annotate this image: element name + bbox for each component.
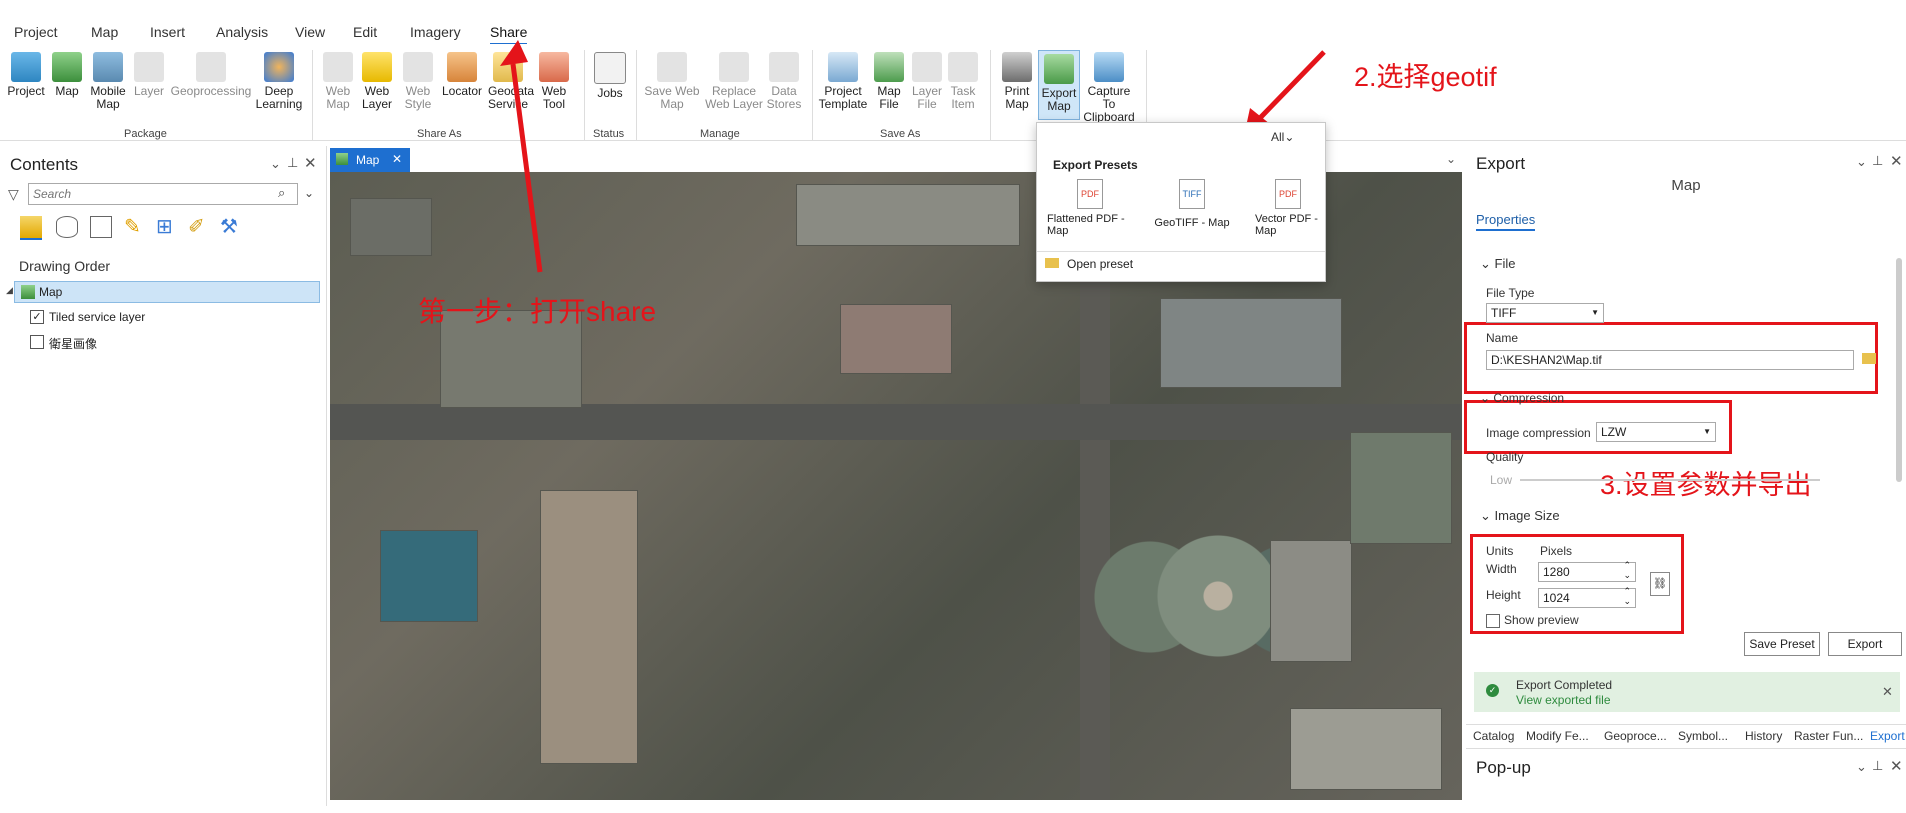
chevron-down-icon: ⌄	[1480, 508, 1495, 523]
image-size-section-header[interactable]: ⌄ Image Size	[1480, 508, 1560, 524]
export-presets-heading: Export Presets	[1053, 158, 1138, 172]
success-check-icon: ✓	[1486, 684, 1499, 697]
pane-menu-icon[interactable]: ⌄	[1856, 759, 1867, 775]
export-pane: Export ⌄ ⊥ ✕ Map Properties ⌄ File File …	[1466, 148, 1906, 726]
tab-geoprocessing[interactable]: Geoproce...	[1604, 729, 1667, 743]
quality-slider[interactable]	[1520, 479, 1820, 481]
open-preset-label: Open preset	[1067, 257, 1134, 271]
section-label: Compression	[1493, 391, 1565, 405]
popup-title: Pop-up	[1476, 758, 1531, 777]
compression-section-header[interactable]: ⌄ Compression	[1480, 391, 1564, 405]
chevron-down-icon: ⌄	[1480, 391, 1494, 405]
dropdown-arrow-icon: ▼	[1591, 308, 1599, 317]
file-type-select[interactable]: TIFF ▼	[1486, 303, 1604, 323]
browse-folder-icon[interactable]	[1862, 353, 1876, 364]
compression-value: LZW	[1601, 425, 1627, 439]
file-section-header[interactable]: ⌄ File	[1480, 256, 1515, 272]
height-value: 1024	[1543, 591, 1570, 605]
divider	[1037, 251, 1325, 252]
file-type-value: TIFF	[1491, 306, 1517, 320]
section-label: Image Size	[1494, 508, 1560, 523]
name-label: Name	[1486, 331, 1519, 345]
tab-raster-functions[interactable]: Raster Fun...	[1794, 729, 1863, 743]
file-name-input[interactable]: D:\KESHAN2\Map.tif	[1486, 350, 1854, 370]
units-value: Pixels	[1540, 544, 1573, 558]
tab-export[interactable]: Export	[1870, 729, 1905, 743]
preset-flattened-pdf[interactable]: PDF Flattened PDF - Map	[1047, 179, 1133, 237]
show-preview-checkbox[interactable]	[1486, 614, 1500, 628]
chevron-down-icon: ⌄	[1284, 130, 1295, 144]
tab-symbology[interactable]: Symbol...	[1678, 729, 1728, 743]
open-preset-item[interactable]: Open preset	[1045, 257, 1133, 277]
properties-tab[interactable]: Properties	[1476, 212, 1536, 231]
quality-label: Quality	[1486, 450, 1524, 464]
section-label: File	[1494, 256, 1516, 271]
popup-pane: Pop-up ⌄ ⊥ ✕	[1466, 748, 1906, 813]
quality-low-label: Low	[1490, 473, 1513, 487]
show-preview-label: Show preview	[1504, 613, 1579, 627]
preset-geotiff[interactable]: TIFF GeoTIFF - Map	[1149, 179, 1235, 229]
export-title: Export	[1476, 154, 1526, 173]
completed-title: Export Completed	[1516, 678, 1613, 692]
view-exported-file-link[interactable]: View exported file	[1516, 693, 1611, 707]
pdf-file-icon: PDF	[1077, 179, 1103, 209]
pdf-file-icon: PDF	[1275, 179, 1301, 209]
annotation-step2: 2.选择geotif	[1354, 62, 1497, 92]
export-button[interactable]: Export	[1828, 632, 1902, 656]
tab-modify-features[interactable]: Modify Fe...	[1526, 729, 1589, 743]
preset-label: GeoTIFF - Map	[1154, 217, 1230, 229]
spinner-icon[interactable]: ⌃ ⌄	[1623, 586, 1631, 606]
pin-icon[interactable]: ⊥	[1872, 153, 1883, 169]
tiff-file-icon: TIFF	[1179, 179, 1205, 209]
preset-vector-pdf[interactable]: PDF Vector PDF - Map	[1255, 179, 1321, 237]
lock-aspect-icon[interactable]: ⛓	[1650, 572, 1670, 596]
save-preset-button[interactable]: Save Preset	[1744, 632, 1820, 656]
width-input[interactable]: 1280 ⌃ ⌄	[1538, 560, 1636, 582]
spinner-icon[interactable]: ⌃ ⌄	[1623, 560, 1631, 580]
scrollbar[interactable]	[1896, 258, 1902, 482]
export-completed-banner: ✓ Export Completed View exported file ✕	[1474, 672, 1900, 712]
filter-label: All	[1271, 130, 1285, 144]
folder-icon	[1045, 258, 1059, 268]
dropdown-arrow-icon: ▼	[1703, 427, 1711, 436]
height-input[interactable]: 1024 ⌃ ⌄	[1538, 586, 1636, 608]
close-icon[interactable]: ✕	[1882, 684, 1893, 700]
file-type-label: File Type	[1486, 286, 1535, 300]
export-subtitle: Map	[1671, 177, 1701, 194]
pane-menu-icon[interactable]: ⌄	[1856, 154, 1867, 170]
image-compression-label: Image compression	[1486, 426, 1591, 440]
preset-label: Vector PDF - Map	[1255, 213, 1318, 237]
image-compression-select[interactable]: LZW ▼	[1596, 422, 1716, 442]
tab-history[interactable]: History	[1745, 729, 1782, 743]
preset-filter-dropdown[interactable]: All⌄	[1271, 130, 1294, 144]
units-label: Units	[1486, 544, 1514, 558]
width-value: 1280	[1543, 565, 1570, 579]
export-presets-dropdown: All⌄ Export Presets PDF Flattened PDF - …	[1036, 122, 1326, 282]
annotation-step1: 第一步：打开share	[418, 296, 657, 327]
height-label: Height	[1486, 588, 1521, 602]
width-label: Width	[1486, 562, 1517, 576]
close-icon[interactable]: ✕	[1890, 757, 1903, 775]
pin-icon[interactable]: ⊥	[1872, 758, 1883, 774]
tab-catalog[interactable]: Catalog	[1473, 729, 1514, 743]
chevron-down-icon: ⌄	[1480, 256, 1495, 271]
preset-label: Flattened PDF - Map	[1047, 213, 1125, 237]
close-icon[interactable]: ✕	[1890, 152, 1903, 170]
